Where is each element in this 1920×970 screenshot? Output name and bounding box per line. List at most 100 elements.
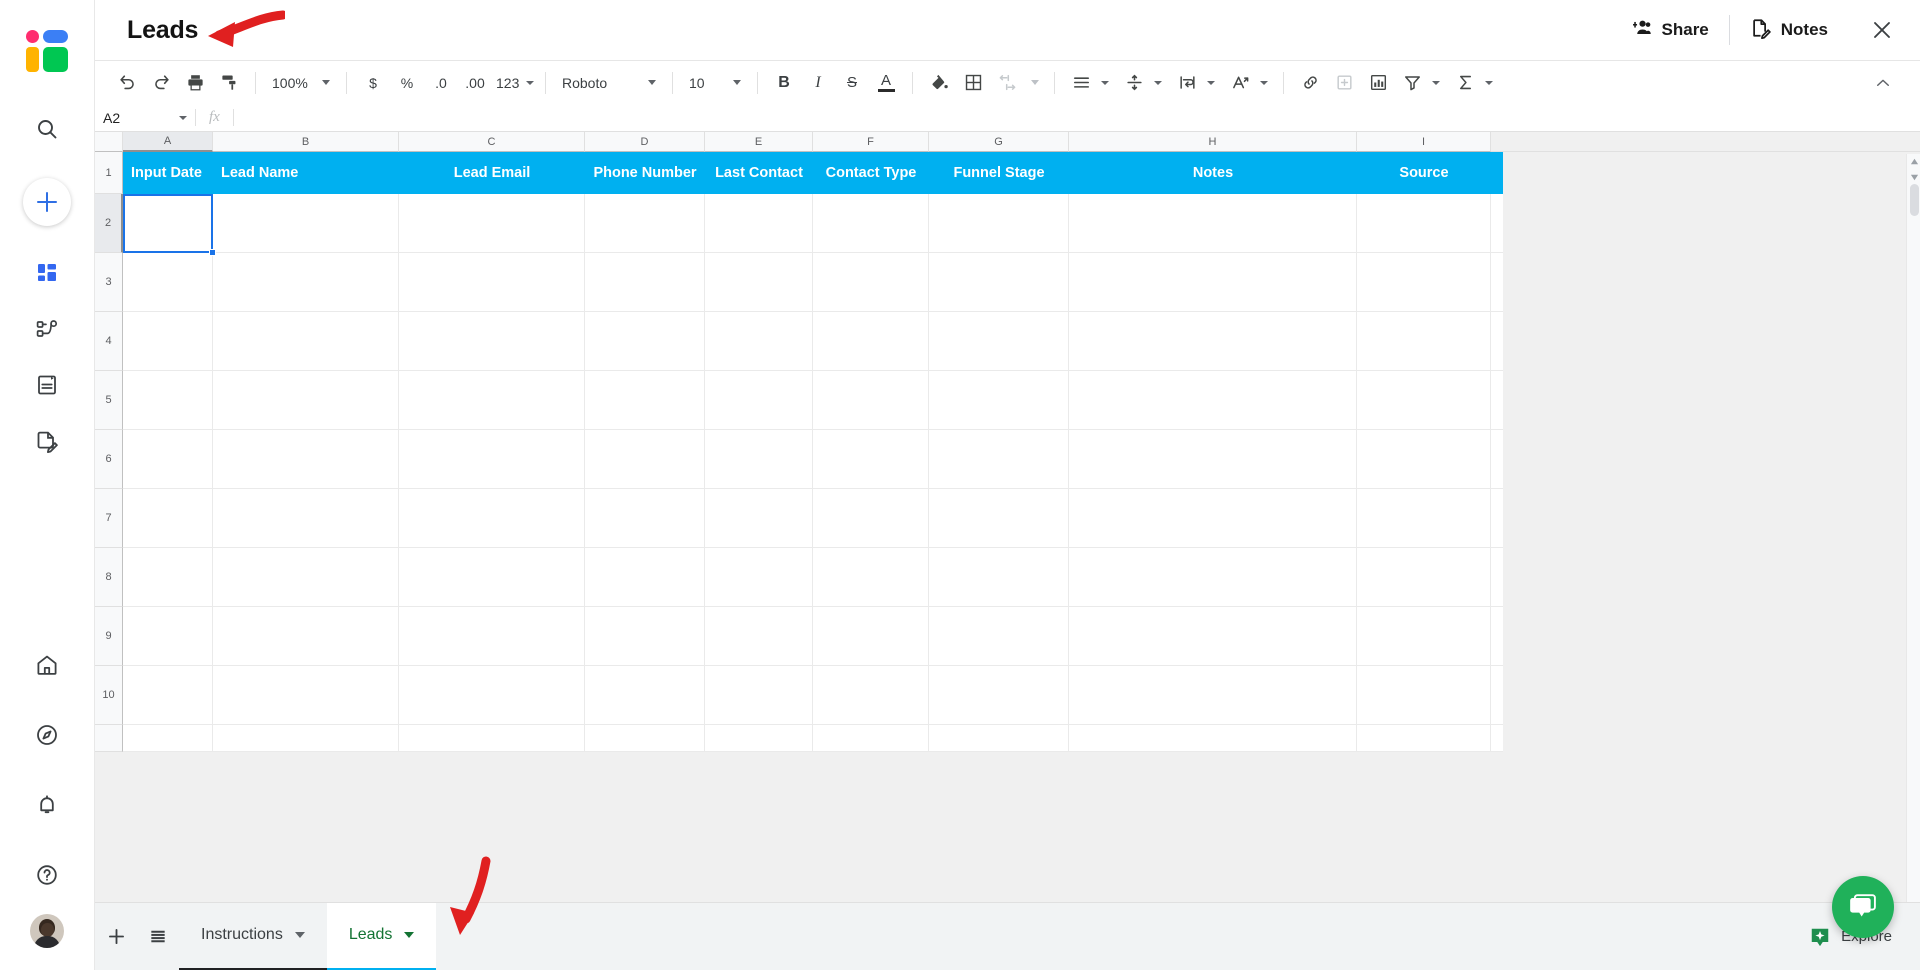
chevron-down-icon[interactable] — [179, 115, 187, 120]
search-icon[interactable] — [24, 106, 70, 152]
row-header-3[interactable]: 3 — [95, 253, 123, 312]
home-icon[interactable] — [24, 642, 70, 688]
cell-a6[interactable] — [123, 430, 213, 488]
header-cell-notes[interactable]: Notes — [1069, 152, 1357, 194]
fill-color-icon[interactable] — [924, 68, 954, 98]
table-row[interactable] — [123, 312, 1503, 371]
cell-g3[interactable] — [929, 253, 1069, 311]
table-row[interactable] — [123, 253, 1503, 312]
fill-handle[interactable] — [209, 249, 216, 256]
row-header-5[interactable]: 5 — [95, 371, 123, 430]
dashboard-grid-icon[interactable] — [24, 250, 70, 296]
chevron-down-icon[interactable] — [1031, 80, 1039, 85]
increase-decimal-button[interactable]: .00 — [460, 68, 490, 98]
row-header-11[interactable] — [95, 725, 123, 752]
plus-icon[interactable] — [23, 178, 71, 226]
cell-b9[interactable] — [213, 607, 399, 665]
cell-h6[interactable] — [1069, 430, 1357, 488]
cell-a11[interactable] — [123, 725, 213, 751]
avatar[interactable] — [30, 914, 64, 948]
cell-e2[interactable] — [705, 194, 813, 252]
cell-c11[interactable] — [399, 725, 585, 751]
cell-c2[interactable] — [399, 194, 585, 252]
collapse-toolbar-icon[interactable] — [1868, 68, 1898, 98]
cell-i3[interactable] — [1357, 253, 1491, 311]
cell-a7[interactable] — [123, 489, 213, 547]
row-header-1[interactable]: 1 — [95, 152, 123, 194]
close-icon[interactable] — [1848, 18, 1920, 42]
table-row[interactable] — [123, 371, 1503, 430]
cell-f7[interactable] — [813, 489, 929, 547]
row-header-4[interactable]: 4 — [95, 312, 123, 371]
cell-i9[interactable] — [1357, 607, 1491, 665]
cell-e5[interactable] — [705, 371, 813, 429]
currency-format-button[interactable]: $ — [358, 68, 388, 98]
cell-e6[interactable] — [705, 430, 813, 488]
cell-b7[interactable] — [213, 489, 399, 547]
more-formats-selector[interactable]: 123 — [492, 68, 536, 98]
cell-i8[interactable] — [1357, 548, 1491, 606]
table-row[interactable] — [123, 607, 1503, 666]
select-all-corner[interactable] — [95, 132, 123, 152]
cell-a4[interactable] — [123, 312, 213, 370]
undo-icon[interactable] — [112, 68, 142, 98]
cell-a2[interactable] — [123, 194, 213, 252]
compass-icon[interactable] — [24, 712, 70, 758]
cell-a3[interactable] — [123, 253, 213, 311]
row-header-9[interactable]: 9 — [95, 607, 123, 666]
header-cell-contact-type[interactable]: Contact Type — [813, 152, 929, 194]
functions-sigma-icon[interactable] — [1450, 68, 1480, 98]
cell-i7[interactable] — [1357, 489, 1491, 547]
cell-c6[interactable] — [399, 430, 585, 488]
cell-c3[interactable] — [399, 253, 585, 311]
column-header-h[interactable]: H — [1069, 132, 1357, 152]
cell-f5[interactable] — [813, 371, 929, 429]
all-sheets-icon[interactable] — [137, 914, 179, 960]
cell-a8[interactable] — [123, 548, 213, 606]
cell-b10[interactable] — [213, 666, 399, 724]
column-header-b[interactable]: B — [213, 132, 399, 152]
cell-f10[interactable] — [813, 666, 929, 724]
cell-f3[interactable] — [813, 253, 929, 311]
bell-icon[interactable] — [24, 782, 70, 828]
cell-e10[interactable] — [705, 666, 813, 724]
cell-d2[interactable] — [585, 194, 705, 252]
header-cell-source[interactable]: Source — [1357, 152, 1491, 194]
vertical-scrollbar-thumb[interactable] — [1910, 184, 1919, 216]
font-family-selector[interactable]: Roboto — [555, 68, 663, 98]
row-header-7[interactable]: 7 — [95, 489, 123, 548]
cell-g5[interactable] — [929, 371, 1069, 429]
cell-d3[interactable] — [585, 253, 705, 311]
cell-e3[interactable] — [705, 253, 813, 311]
text-wrap-icon[interactable] — [1172, 68, 1202, 98]
cell-c5[interactable] — [399, 371, 585, 429]
cell-e8[interactable] — [705, 548, 813, 606]
column-header-i[interactable]: I — [1357, 132, 1491, 152]
column-header-f[interactable]: F — [813, 132, 929, 152]
cell-e9[interactable] — [705, 607, 813, 665]
bold-button[interactable]: B — [769, 68, 799, 98]
cell-d5[interactable] — [585, 371, 705, 429]
chevron-down-icon[interactable] — [404, 932, 415, 938]
cell-g7[interactable] — [929, 489, 1069, 547]
cell-a10[interactable] — [123, 666, 213, 724]
share-button[interactable]: Share — [1611, 17, 1729, 44]
chevron-down-icon[interactable] — [1207, 80, 1215, 85]
header-cell-phone-number[interactable]: Phone Number — [585, 152, 705, 194]
chevron-down-icon[interactable] — [294, 932, 305, 938]
header-cell-input-date[interactable]: Input Date — [123, 152, 213, 194]
formula-input[interactable] — [234, 104, 1920, 131]
zoom-selector[interactable]: 100% — [265, 68, 337, 98]
cell-d8[interactable] — [585, 548, 705, 606]
header-cell-funnel-stage[interactable]: Funnel Stage — [929, 152, 1069, 194]
table-row[interactable] — [123, 666, 1503, 725]
cell-g4[interactable] — [929, 312, 1069, 370]
cell-d6[interactable] — [585, 430, 705, 488]
vertical-scrollbar[interactable] — [1906, 154, 1920, 902]
cell-e11[interactable] — [705, 725, 813, 751]
cell-c7[interactable] — [399, 489, 585, 547]
cell-g8[interactable] — [929, 548, 1069, 606]
cell-b6[interactable] — [213, 430, 399, 488]
cell-h5[interactable] — [1069, 371, 1357, 429]
name-box[interactable]: A2 — [95, 104, 195, 131]
